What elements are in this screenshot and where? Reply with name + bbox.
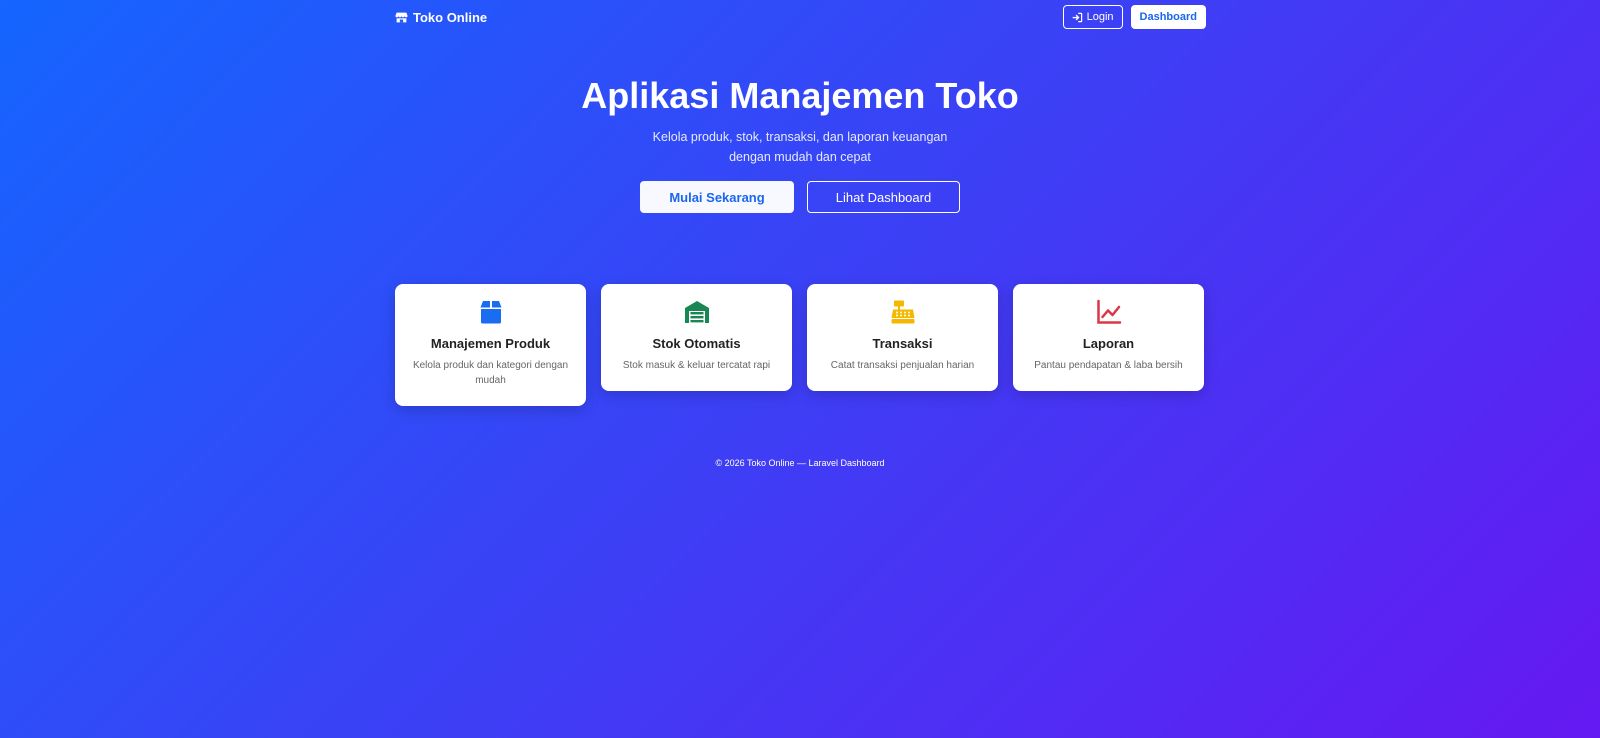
sign-in-icon — [1072, 12, 1083, 23]
feature-card-transactions: Transaksi Catat transaksi penjualan hari… — [807, 284, 998, 391]
feature-description: Pantau pendapatan & laba bersih — [1034, 360, 1183, 371]
feature-card-reports: Laporan Pantau pendapatan & laba bersih — [1013, 284, 1204, 391]
feature-description: Catat transaksi penjualan harian — [830, 360, 975, 371]
brand-link[interactable]: Toko Online — [395, 10, 487, 25]
view-dashboard-button[interactable]: Lihat Dashboard — [807, 181, 960, 213]
hero-buttons: Mulai Sekarang Lihat Dashboard — [0, 181, 1600, 213]
feature-description: Kelola produk dan kategori dengan mudah — [412, 360, 569, 386]
hero-title: Aplikasi Manajemen Toko — [581, 75, 1019, 116]
dashboard-button[interactable]: Dashboard — [1130, 5, 1206, 29]
nav-actions: Login Dashboard — [1062, 5, 1206, 29]
feature-description: Stok masuk & keluar tercatat rapi — [622, 360, 771, 371]
store-icon — [395, 11, 408, 24]
feature-card-products: Manajemen Produk Kelola produk dan kateg… — [395, 284, 586, 406]
warehouse-icon — [613, 299, 780, 325]
feature-title: Stok Otomatis — [652, 336, 741, 351]
feature-title: Transaksi — [872, 336, 933, 351]
navbar: Toko Online Login Dashboard — [395, 5, 1206, 29]
cash-register-icon — [819, 299, 986, 325]
hero-section: Aplikasi Manajemen Toko Kelola produk, s… — [0, 72, 1600, 213]
feature-card-stock: Stok Otomatis Stok masuk & keluar tercat… — [601, 284, 792, 391]
feature-title: Laporan — [1082, 336, 1135, 351]
hero-subtitle: Kelola produk, stok, transaksi, dan lapo… — [652, 130, 948, 164]
login-label: Login — [1086, 11, 1114, 23]
feature-title: Manajemen Produk — [430, 336, 551, 351]
footer: © 2026 Toko Online — Laravel Dashboard — [0, 458, 1600, 468]
chart-line-icon — [1025, 299, 1192, 325]
start-button[interactable]: Mulai Sekarang — [640, 181, 794, 213]
footer-text: © 2026 Toko Online — Laravel Dashboard — [715, 458, 885, 468]
box-icon — [407, 299, 574, 325]
brand-name: Toko Online — [413, 9, 488, 25]
features-row: Manajemen Produk Kelola produk dan kateg… — [395, 284, 1206, 406]
login-button[interactable]: Login — [1062, 5, 1123, 29]
